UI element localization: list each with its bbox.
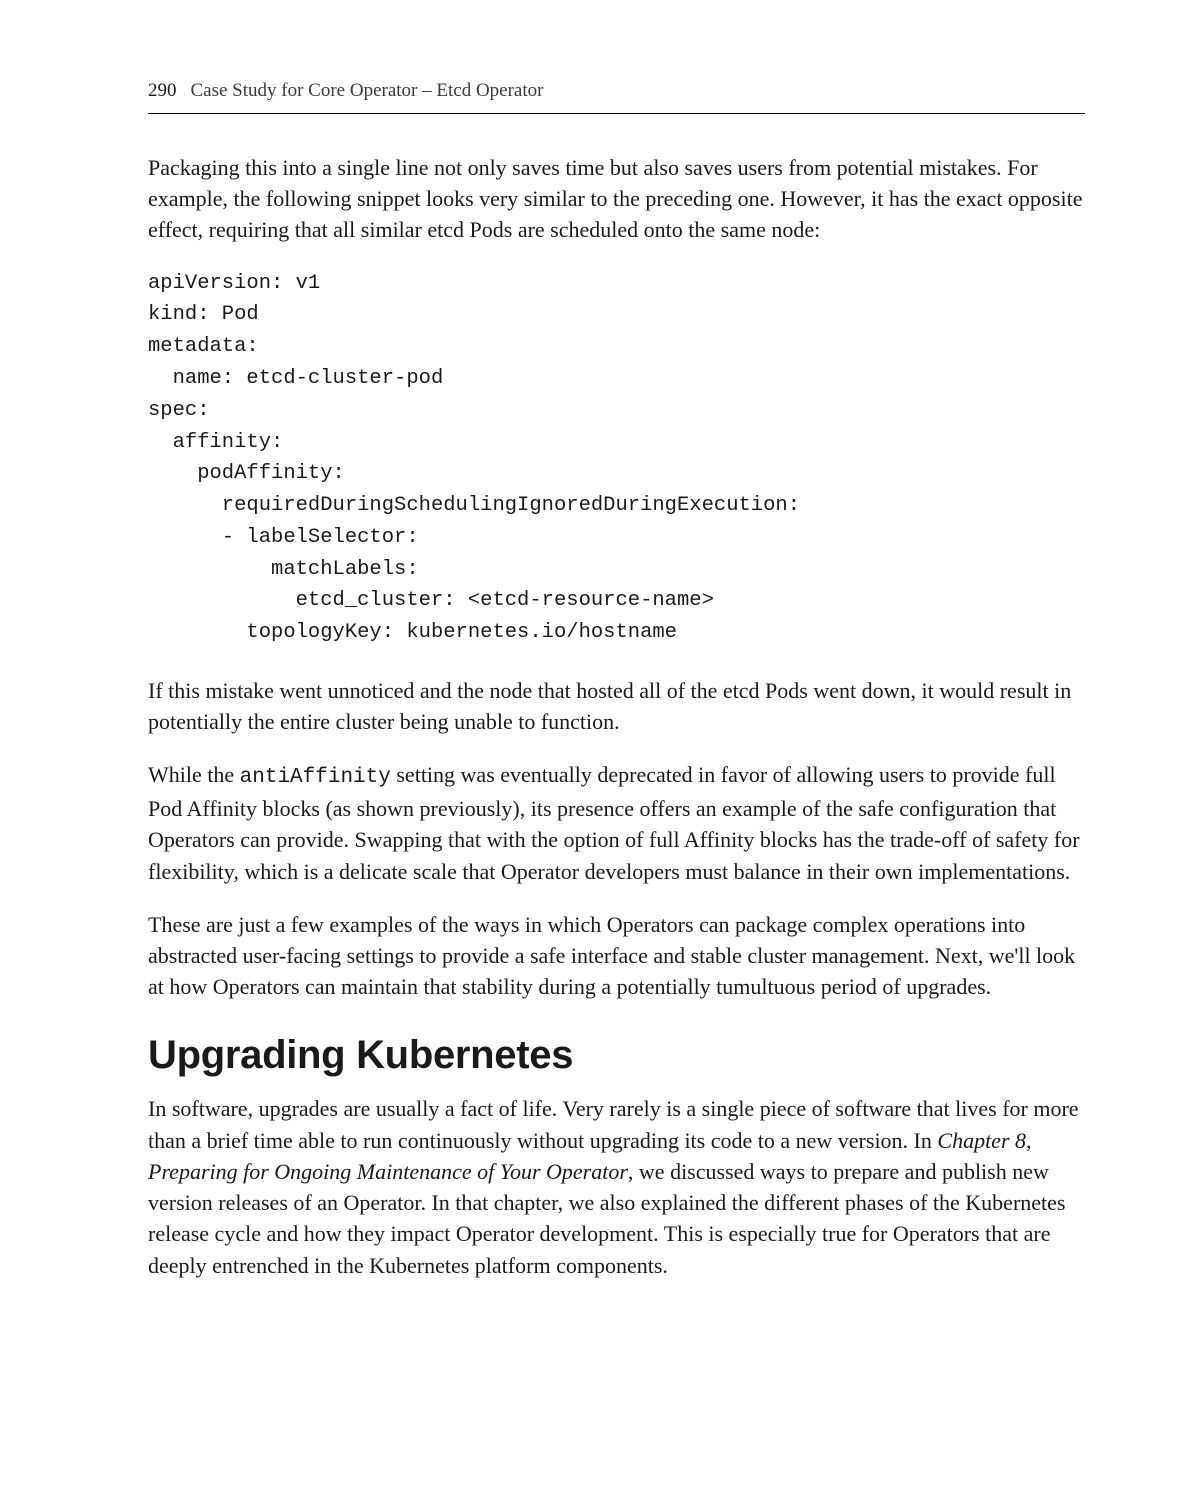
section-heading-upgrading: Upgrading Kubernetes <box>148 1027 1085 1084</box>
text-run: While the <box>148 762 240 787</box>
page-number: 290 <box>148 78 177 105</box>
anti-affinity-paragraph: While the antiAffinity setting was event… <box>148 759 1085 887</box>
after-code-paragraph: If this mistake went unnoticed and the n… <box>148 675 1085 737</box>
examples-paragraph: These are just a few examples of the way… <box>148 909 1085 1003</box>
chapter-reference: Chapter 8 <box>937 1128 1026 1153</box>
yaml-code-block: apiVersion: v1 kind: Pod metadata: name:… <box>148 268 1085 649</box>
chapter-title: Case Study for Core Operator – Etcd Oper… <box>191 78 544 105</box>
inline-code-antiaffinity: antiAffinity <box>240 766 391 789</box>
chapter-title-reference: Preparing for Ongoing Maintenance of You… <box>148 1159 628 1184</box>
upgrading-paragraph: In software, upgrades are usually a fact… <box>148 1093 1085 1280</box>
page-header: 290 Case Study for Core Operator – Etcd … <box>148 78 1085 114</box>
intro-paragraph: Packaging this into a single line not on… <box>148 152 1085 246</box>
text-run: , <box>1026 1128 1032 1153</box>
